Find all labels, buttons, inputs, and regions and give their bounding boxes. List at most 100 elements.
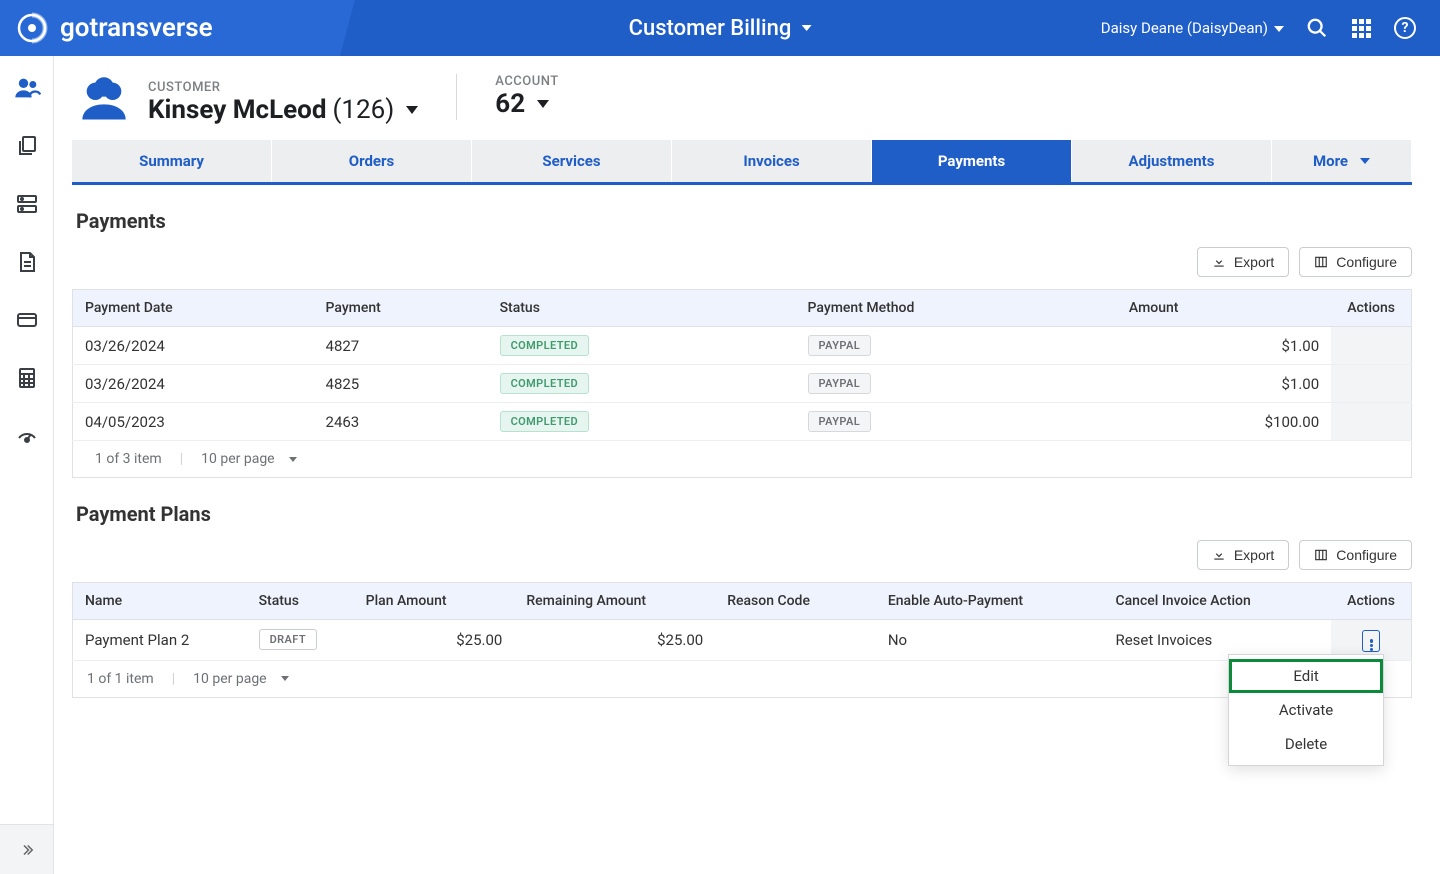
cell-name: Payment Plan 2 [73, 620, 247, 661]
tab-payments[interactable]: Payments [872, 140, 1072, 182]
nav-dashboard-icon[interactable] [13, 422, 41, 450]
divider [456, 74, 457, 120]
tab-orders[interactable]: Orders [272, 140, 472, 182]
menu-item-delete[interactable]: Delete [1229, 727, 1383, 761]
chevron-down-icon [1354, 158, 1370, 164]
brand[interactable]: gotransverse [0, 0, 440, 56]
tab-invoices[interactable]: Invoices [672, 140, 872, 182]
account-tabs: Summary Orders Services Invoices Payment… [72, 140, 1412, 185]
tab-summary[interactable]: Summary [72, 140, 272, 182]
left-rail [0, 56, 54, 874]
customer-name: Kinsey McLeod [148, 95, 327, 125]
payments-export-button[interactable]: Export [1197, 247, 1289, 277]
cell-date: 03/26/2024 [73, 365, 314, 403]
brand-name: gotransverse [60, 13, 213, 43]
nav-calculator-icon[interactable] [13, 364, 41, 392]
per-page-label: 10 per page [193, 671, 266, 687]
export-label: Export [1234, 254, 1274, 270]
customer-selector[interactable]: Kinsey McLeod (126) [148, 95, 418, 125]
help-icon[interactable]: ? [1394, 17, 1416, 39]
col-actions: Actions [1331, 290, 1411, 327]
cell-reason [715, 620, 876, 661]
cell-remaining: $25.00 [514, 620, 715, 661]
table-row[interactable]: 03/26/2024 4825 COMPLETED PAYPAL $1.00 [73, 365, 1412, 403]
method-badge: PAYPAL [808, 335, 872, 356]
tab-adjustments[interactable]: Adjustments [1072, 140, 1272, 182]
cell-date: 04/05/2023 [73, 403, 314, 441]
export-label: Export [1234, 547, 1274, 563]
table-row[interactable]: Payment Plan 2 DRAFT $25.00 $25.00 No Re… [73, 620, 1412, 661]
col-status[interactable]: Status [247, 583, 354, 620]
row-actions-menu: Edit Activate Delete [1228, 654, 1384, 766]
plans-export-button[interactable]: Export [1197, 540, 1289, 570]
per-page-selector[interactable]: 10 per page [193, 671, 288, 687]
apps-grid-icon[interactable] [1350, 17, 1372, 39]
tab-more-label: More [1313, 152, 1348, 170]
row-count: 1 of 3 item [87, 451, 162, 467]
col-actions: Actions [1331, 583, 1411, 620]
col-remaining[interactable]: Remaining Amount [514, 583, 715, 620]
cell-plan-amount: $25.00 [354, 620, 515, 661]
app-section-title[interactable]: Customer Billing [629, 16, 812, 41]
table-row[interactable]: 04/05/2023 2463 COMPLETED PAYPAL $100.00 [73, 403, 1412, 441]
cell-amount: $100.00 [1117, 403, 1331, 441]
col-name[interactable]: Name [73, 583, 247, 620]
tab-services[interactable]: Services [472, 140, 672, 182]
payments-section: Payments Export Configure Payment Date P… [72, 209, 1412, 478]
row-count: 1 of 1 item [87, 671, 154, 687]
method-badge: PAYPAL [808, 411, 872, 432]
rail-expand-button[interactable] [0, 824, 53, 874]
col-payment-date[interactable]: Payment Date [73, 290, 314, 327]
plans-configure-button[interactable]: Configure [1299, 540, 1412, 570]
row-actions-menu-button[interactable] [1362, 630, 1380, 652]
col-amount[interactable]: Amount [1117, 290, 1331, 327]
per-page-selector[interactable]: 10 per page [201, 451, 296, 467]
search-icon[interactable] [1306, 17, 1328, 39]
payments-heading: Payments [72, 209, 1412, 233]
tab-more[interactable]: More [1272, 140, 1412, 182]
col-cancel[interactable]: Cancel Invoice Action [1103, 583, 1331, 620]
user-menu[interactable]: Daisy Deane (DaisyDean) [1101, 19, 1284, 37]
cell-date: 03/26/2024 [73, 327, 314, 365]
per-page-label: 10 per page [201, 451, 274, 467]
cell-payment: 2463 [314, 403, 488, 441]
customer-eyebrow: CUSTOMER [148, 80, 418, 95]
columns-icon [1314, 255, 1328, 269]
nav-document-icon[interactable] [13, 248, 41, 276]
col-reason[interactable]: Reason Code [715, 583, 876, 620]
payments-table-footer: 1 of 3 item | 10 per page [72, 441, 1412, 478]
plans-table: Name Status Plan Amount Remaining Amount… [72, 582, 1412, 661]
col-auto[interactable]: Enable Auto-Payment [876, 583, 1104, 620]
configure-label: Configure [1336, 254, 1397, 270]
plans-section: Payment Plans Export Configure Name [72, 502, 1412, 698]
status-badge: COMPLETED [500, 335, 589, 356]
method-badge: PAYPAL [808, 373, 872, 394]
menu-item-activate[interactable]: Activate [1229, 693, 1383, 727]
nav-card-icon[interactable] [13, 306, 41, 334]
table-row[interactable]: 03/26/2024 4827 COMPLETED PAYPAL $1.00 [73, 327, 1412, 365]
payments-configure-button[interactable]: Configure [1299, 247, 1412, 277]
col-plan-amount[interactable]: Plan Amount [354, 583, 515, 620]
cell-auto: No [876, 620, 1104, 661]
menu-item-edit[interactable]: Edit [1229, 659, 1383, 693]
col-method[interactable]: Payment Method [796, 290, 1117, 327]
plans-heading: Payment Plans [72, 502, 1412, 526]
title-text: Customer Billing [629, 16, 792, 41]
nav-server-icon[interactable] [13, 190, 41, 218]
customer-number: (126) [333, 95, 395, 125]
status-badge: COMPLETED [500, 373, 589, 394]
status-badge: COMPLETED [500, 411, 589, 432]
cell-payment: 4827 [314, 327, 488, 365]
account-selector[interactable]: 62 [495, 89, 558, 119]
user-name: Daisy Deane (DaisyDean) [1101, 19, 1268, 37]
col-payment[interactable]: Payment [314, 290, 488, 327]
payments-table: Payment Date Payment Status Payment Meth… [72, 289, 1412, 441]
nav-copy-icon[interactable] [13, 132, 41, 160]
plans-table-footer: 1 of 1 item | 10 per page [72, 661, 1412, 698]
col-status[interactable]: Status [488, 290, 796, 327]
download-icon [1212, 548, 1226, 562]
nav-customers-icon[interactable] [13, 74, 41, 102]
cell-amount: $1.00 [1117, 365, 1331, 403]
chevron-down-icon [795, 25, 811, 31]
account-number: 62 [495, 89, 525, 119]
